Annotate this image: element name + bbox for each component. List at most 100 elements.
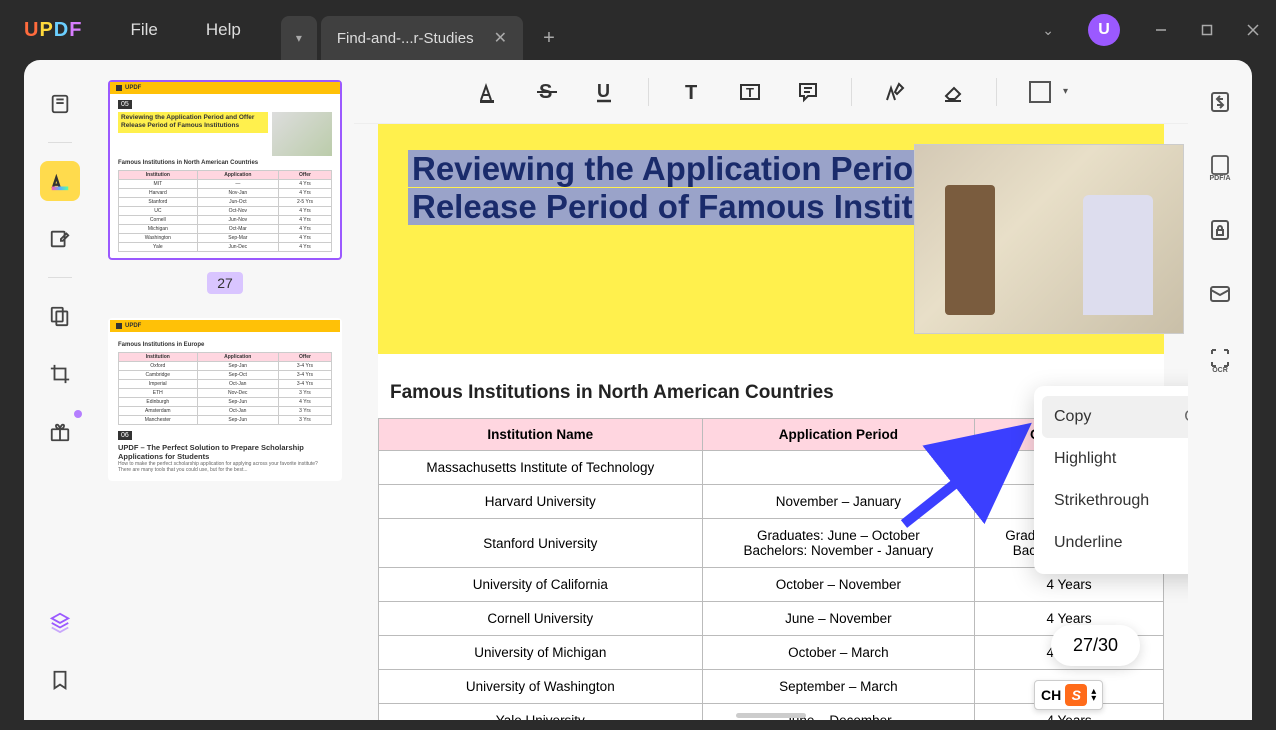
- reader-mode-button[interactable]: [40, 84, 80, 124]
- notification-dot: [74, 410, 82, 418]
- table-cell: October – November: [702, 568, 975, 602]
- svg-text:U: U: [597, 81, 610, 101]
- tab-document[interactable]: Find-and-...r-Studies ✕: [321, 16, 523, 60]
- context-copy-label: Copy: [1054, 408, 1091, 426]
- menu-help[interactable]: Help: [206, 20, 241, 40]
- ime-engine-icon: S: [1065, 684, 1087, 706]
- close-button[interactable]: [1230, 0, 1276, 60]
- menu-file[interactable]: File: [130, 20, 157, 40]
- context-menu: Copy Ctrl+C Highlight Strikethrough Unde…: [1034, 386, 1188, 574]
- table-cell: Stanford University: [379, 519, 703, 568]
- underline-tool[interactable]: U: [590, 77, 620, 107]
- thumbnail-label: 27: [207, 272, 243, 294]
- svg-text:T: T: [685, 82, 697, 104]
- hero-image: [914, 144, 1184, 334]
- highlight-tool[interactable]: [474, 77, 504, 107]
- ime-lang: CH: [1041, 687, 1061, 703]
- app-logo: UPDF: [24, 19, 82, 42]
- tab-close-icon[interactable]: ✕: [494, 28, 507, 48]
- separator: [648, 78, 649, 106]
- shape-tool[interactable]: [1025, 77, 1055, 107]
- thumbnail-page-28[interactable]: UPDF Famous Institutions in Europe Insti…: [108, 318, 342, 481]
- hero-section: Reviewing the Application Period and Off…: [378, 124, 1164, 354]
- thumb-section-number: 06: [118, 431, 132, 440]
- table-cell: Massachusetts Institute of Technology: [379, 451, 703, 485]
- pdfa-label: PDF/A: [1210, 175, 1231, 182]
- eraser-tool[interactable]: [938, 77, 968, 107]
- table-cell: University of Michigan: [379, 636, 703, 670]
- document-area: S U T T ▾ Reviewing the Application Peri…: [354, 60, 1188, 720]
- textbox-tool[interactable]: T: [735, 77, 765, 107]
- ocr-label: OCR: [1212, 367, 1228, 374]
- convert-button[interactable]: [1202, 84, 1238, 120]
- gift-button[interactable]: [40, 412, 80, 452]
- thumb-caption: Famous Institutions in Europe: [118, 342, 332, 348]
- pdfa-button[interactable]: PDF/A: [1202, 148, 1238, 184]
- strikethrough-tool[interactable]: S: [532, 77, 562, 107]
- pencil-tool[interactable]: [880, 77, 910, 107]
- window-menu-dropdown[interactable]: ⌄: [1026, 22, 1070, 39]
- separator: [48, 142, 72, 143]
- svg-text:T: T: [746, 85, 754, 100]
- left-toolbar: [24, 60, 96, 720]
- resize-handle[interactable]: [736, 713, 806, 718]
- table-cell: Cornell University: [379, 602, 703, 636]
- table-row: University of MichiganOctober – March4 Y…: [379, 636, 1164, 670]
- page-indicator[interactable]: 27/30: [1051, 625, 1140, 666]
- table-cell: October – March: [702, 636, 975, 670]
- context-underline[interactable]: Underline: [1034, 522, 1188, 564]
- context-highlight[interactable]: Highlight: [1034, 438, 1188, 480]
- table-cell: November – January: [702, 485, 975, 519]
- crop-button[interactable]: [40, 354, 80, 394]
- share-button[interactable]: [1202, 276, 1238, 312]
- thumbnail-panel: UPDF 05 Reviewing the Application Period…: [96, 60, 354, 720]
- table-cell: September – March: [702, 670, 975, 704]
- right-toolbar: PDF/A OCR: [1188, 60, 1252, 720]
- table-header: Application Period: [702, 419, 975, 451]
- protect-button[interactable]: [1202, 212, 1238, 248]
- comment-mode-button[interactable]: [40, 161, 80, 201]
- shape-dropdown-icon[interactable]: ▾: [1063, 86, 1068, 97]
- tab-add-button[interactable]: +: [527, 16, 571, 60]
- organize-pages-button[interactable]: [40, 296, 80, 336]
- edit-mode-button[interactable]: [40, 219, 80, 259]
- ime-toggle-icon[interactable]: ▴▾: [1091, 688, 1096, 702]
- separator: [48, 277, 72, 278]
- ime-indicator[interactable]: CH S ▴▾: [1034, 680, 1103, 710]
- titlebar: UPDF File Help ▾ Find-and-...r-Studies ✕…: [0, 0, 1276, 60]
- bookmark-button[interactable]: [40, 660, 80, 700]
- context-strikethrough[interactable]: Strikethrough: [1034, 480, 1188, 522]
- layers-button[interactable]: [40, 602, 80, 642]
- maximize-button[interactable]: [1184, 0, 1230, 60]
- tab-home[interactable]: ▾: [281, 16, 317, 60]
- thumbnail-page-27[interactable]: UPDF 05 Reviewing the Application Period…: [108, 80, 342, 260]
- annotation-toolbar: S U T T ▾: [354, 60, 1188, 124]
- ocr-button[interactable]: OCR: [1202, 340, 1238, 376]
- thumb-caption: Famous Institutions in North American Co…: [118, 160, 332, 166]
- text-tool[interactable]: T: [677, 77, 707, 107]
- table-cell: Yale University: [379, 704, 703, 721]
- document-viewport[interactable]: Reviewing the Application Period and Off…: [354, 124, 1188, 720]
- table-header: Institution Name: [379, 419, 703, 451]
- thumb-highlight-text: Reviewing the Application Period and Off…: [118, 112, 268, 133]
- minimize-button[interactable]: [1138, 0, 1184, 60]
- table-cell: [702, 451, 975, 485]
- workspace: UPDF 05 Reviewing the Application Period…: [24, 60, 1252, 720]
- separator: [851, 78, 852, 106]
- thumb-section-number: 05: [118, 100, 132, 109]
- context-copy[interactable]: Copy Ctrl+C: [1042, 396, 1188, 438]
- window-controls: ⌄ U: [1026, 0, 1276, 60]
- table-cell: Harvard University: [379, 485, 703, 519]
- note-tool[interactable]: [793, 77, 823, 107]
- tab-label: Find-and-...r-Studies: [337, 30, 474, 47]
- separator: [996, 78, 997, 106]
- context-copy-shortcut: Ctrl+C: [1184, 408, 1188, 426]
- table-cell: University of Washington: [379, 670, 703, 704]
- table-cell: June – November: [702, 602, 975, 636]
- table-row: Cornell UniversityJune – November4 Years: [379, 602, 1164, 636]
- table-cell: University of California: [379, 568, 703, 602]
- table-cell: Graduates: June – October Bachelors: Nov…: [702, 519, 975, 568]
- user-avatar[interactable]: U: [1088, 14, 1120, 46]
- tab-strip: ▾ Find-and-...r-Studies ✕ +: [281, 0, 571, 60]
- thumb-title: UPDF – The Perfect Solution to Prepare S…: [118, 443, 332, 461]
